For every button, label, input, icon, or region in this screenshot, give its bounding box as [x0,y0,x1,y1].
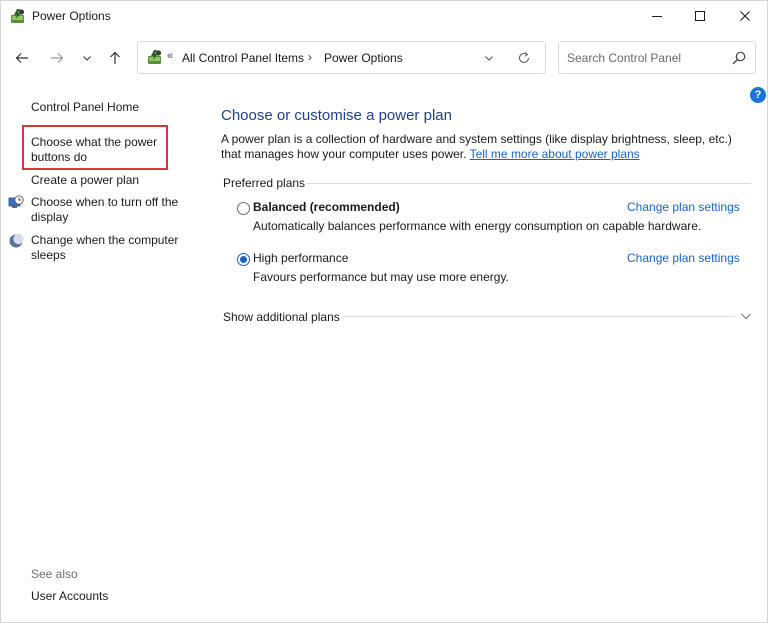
high-performance-radio[interactable] [237,253,250,266]
title-bar: Power Options [1,1,767,33]
choose-power-buttons-link[interactable]: Choose what the power buttons do [31,135,163,165]
computer-sleeps-link[interactable]: Change when the computer sleeps [31,233,191,263]
breadcrumb-power-options[interactable]: Power Options [324,51,403,65]
search-box[interactable] [558,41,756,74]
balanced-radio[interactable] [237,202,250,215]
address-bar[interactable]: « All Control Panel Items › Power Option… [137,41,546,74]
arrow-right-icon [51,53,64,63]
change-plan-settings-high-performance-link[interactable]: Change plan settings [627,251,740,265]
overflow-chevron-icon[interactable]: « [167,50,173,62]
chevron-down-icon[interactable] [739,309,753,323]
forward-button[interactable] [45,46,69,70]
plan-description-balanced: Automatically balances performance with … [253,219,702,233]
arrow-up-icon [110,51,120,64]
turn-off-display-link[interactable]: Choose when to turn off the display [31,195,191,225]
breadcrumb-all-control-panel-items[interactable]: All Control Panel Items [182,51,304,65]
up-button[interactable] [103,46,127,70]
arrow-left-icon [15,53,28,63]
back-button[interactable] [10,46,34,70]
control-panel-home-link[interactable]: Control Panel Home [31,100,139,115]
page-description: A power plan is a collection of hardware… [221,132,751,162]
plan-name-balanced[interactable]: Balanced (recommended) [253,200,400,214]
change-plan-settings-balanced-link[interactable]: Change plan settings [627,200,740,214]
breadcrumb-separator-icon[interactable]: › [308,50,312,64]
divider [343,316,735,317]
plan-description-high-performance: Favours performance but may use more ene… [253,270,509,284]
moon-sleep-icon [9,233,24,248]
display-timer-icon [8,195,24,208]
page-title: Choose or customise a power plan [221,107,452,124]
create-power-plan-link[interactable]: Create a power plan [31,173,139,188]
refresh-icon [518,52,530,63]
chevron-down-icon [485,56,493,61]
refresh-button[interactable] [514,48,534,68]
user-accounts-link[interactable]: User Accounts [31,589,108,603]
search-icon[interactable] [731,50,747,66]
divider [307,183,751,184]
tell-me-more-link[interactable]: Tell me more about power plans [470,147,640,161]
minimize-icon [652,16,662,17]
recent-locations-button[interactable] [75,46,99,70]
minimize-button[interactable] [634,1,680,31]
close-button[interactable] [722,1,768,31]
power-options-icon [148,50,162,64]
maximize-button[interactable] [677,1,723,31]
help-icon[interactable]: ? [750,87,766,103]
preferred-plans-label: Preferred plans [223,176,306,190]
window-title: Power Options [32,9,111,23]
search-input[interactable] [567,51,727,65]
address-dropdown-button[interactable] [480,49,498,67]
see-also-label: See also [31,567,78,581]
show-additional-plans-toggle[interactable]: Show additional plans [223,310,340,324]
power-options-window: Power Options « All Control Panel Items [0,0,768,623]
chevron-down-icon [83,56,91,61]
maximize-icon [695,11,705,21]
close-icon [740,11,750,21]
plan-name-high-performance[interactable]: High performance [253,251,348,265]
power-options-icon [11,9,25,23]
